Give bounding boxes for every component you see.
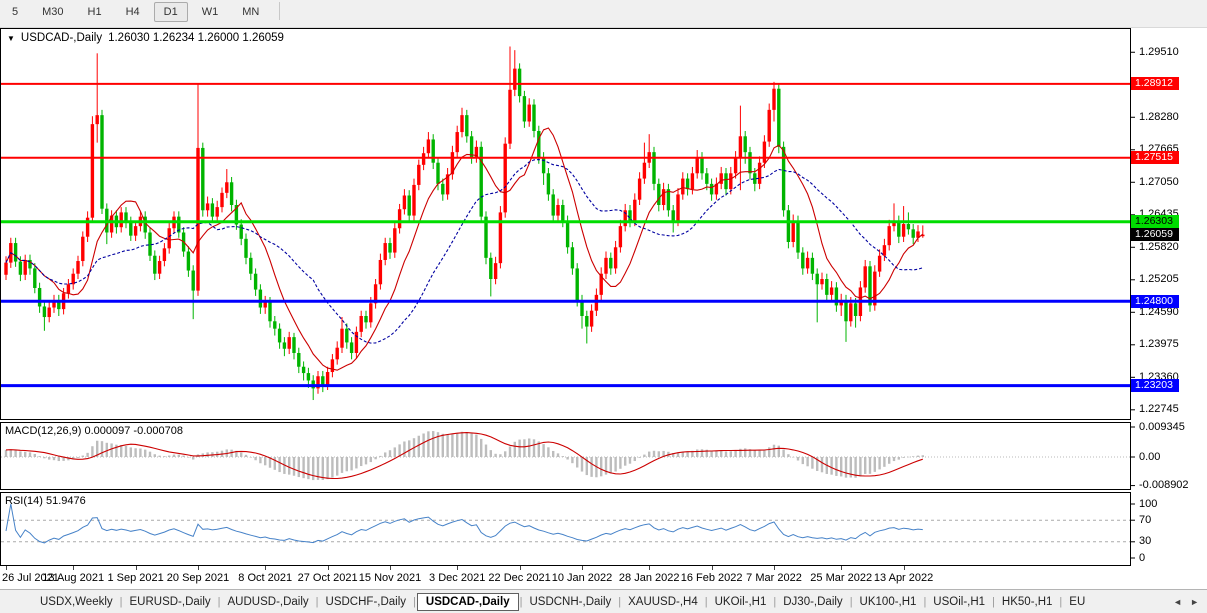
tab-audusd-daily[interactable]: AUDUSD-,Daily bbox=[222, 593, 315, 611]
timeframe-button-d1[interactable]: D1 bbox=[154, 2, 188, 22]
rsi-indicator-caption: RSI(14) 51.9476 bbox=[5, 495, 86, 507]
date-axis bbox=[0, 566, 1207, 589]
tab-scroll-arrows: ◄► bbox=[1173, 597, 1207, 607]
toolbar-separator bbox=[279, 2, 280, 20]
timeframe-toolbar: 5M30H1H4D1W1MN bbox=[0, 0, 1207, 28]
chart-title: ▼ USDCAD-,Daily 1.26030 1.26234 1.26000 … bbox=[7, 32, 284, 44]
tab-separator: | bbox=[705, 596, 708, 608]
chart-ohlc-values: 1.26030 1.26234 1.26000 1.26059 bbox=[108, 32, 284, 44]
tab-uk100-h1[interactable]: UK100-,H1 bbox=[854, 593, 923, 611]
timeframe-button-h1[interactable]: H1 bbox=[78, 2, 112, 22]
timeframe-button-mn[interactable]: MN bbox=[232, 2, 269, 22]
tab-separator: | bbox=[413, 596, 416, 608]
timeframe-button-m30[interactable]: M30 bbox=[32, 2, 73, 22]
symbol-dropdown-icon[interactable]: ▼ bbox=[7, 34, 15, 43]
tab-separator: | bbox=[992, 596, 995, 608]
timeframe-button-5[interactable]: 5 bbox=[2, 2, 28, 22]
macd-indicator-label: MACD(12,26,9) bbox=[5, 425, 81, 437]
symbol-tab-bar: USDX,Weekly|EURUSD-,Daily|AUDUSD-,Daily|… bbox=[0, 589, 1207, 613]
chart-symbol-label: USDCAD-,Daily bbox=[21, 32, 102, 44]
main-chart-canvas[interactable] bbox=[0, 28, 1207, 420]
timeframe-button-h4[interactable]: H4 bbox=[116, 2, 150, 22]
tab-separator: | bbox=[520, 596, 523, 608]
timeframe-button-w1[interactable]: W1 bbox=[192, 2, 229, 22]
tab-separator: | bbox=[618, 596, 621, 608]
tab-separator: | bbox=[923, 596, 926, 608]
tab-separator: | bbox=[120, 596, 123, 608]
tab-scroll-right-icon[interactable]: ► bbox=[1190, 597, 1199, 607]
tab-usdx-weekly[interactable]: USDX,Weekly bbox=[34, 593, 119, 611]
macd-indicator-caption: MACD(12,26,9) 0.000097 -0.000708 bbox=[5, 425, 183, 437]
tab-separator: | bbox=[218, 596, 221, 608]
tab-hk50-h1[interactable]: HK50-,H1 bbox=[996, 593, 1059, 611]
tab-eurusd-daily[interactable]: EURUSD-,Daily bbox=[124, 593, 217, 611]
tab-separator: | bbox=[316, 596, 319, 608]
tab-xauusd-h4[interactable]: XAUUSD-,H4 bbox=[622, 593, 704, 611]
rsi-indicator-label: RSI(14) bbox=[5, 495, 43, 507]
rsi-panel-canvas bbox=[0, 492, 1207, 566]
tab-dj30-daily[interactable]: DJ30-,Daily bbox=[777, 593, 848, 611]
mt4-chart-window: 5M30H1H4D1W1MN ▼ USDCAD-,Daily 1.26030 1… bbox=[0, 0, 1207, 613]
tab-usdcad-daily[interactable]: USDCAD-,Daily bbox=[417, 593, 519, 611]
tab-eu[interactable]: EU bbox=[1063, 593, 1091, 611]
rsi-indicator-value: 51.9476 bbox=[46, 495, 86, 507]
tab-separator: | bbox=[1059, 596, 1062, 608]
tab-usdchf-daily[interactable]: USDCHF-,Daily bbox=[320, 593, 413, 611]
tab-ukoil-h1[interactable]: UKOil-,H1 bbox=[709, 593, 773, 611]
macd-indicator-values: 0.000097 -0.000708 bbox=[84, 425, 182, 437]
tab-separator: | bbox=[850, 596, 853, 608]
tab-usdcnh-daily[interactable]: USDCNH-,Daily bbox=[523, 593, 617, 611]
tab-scroll-left-icon[interactable]: ◄ bbox=[1173, 597, 1182, 607]
tab-separator: | bbox=[773, 596, 776, 608]
tab-usoil-h1[interactable]: USOil-,H1 bbox=[927, 593, 991, 611]
